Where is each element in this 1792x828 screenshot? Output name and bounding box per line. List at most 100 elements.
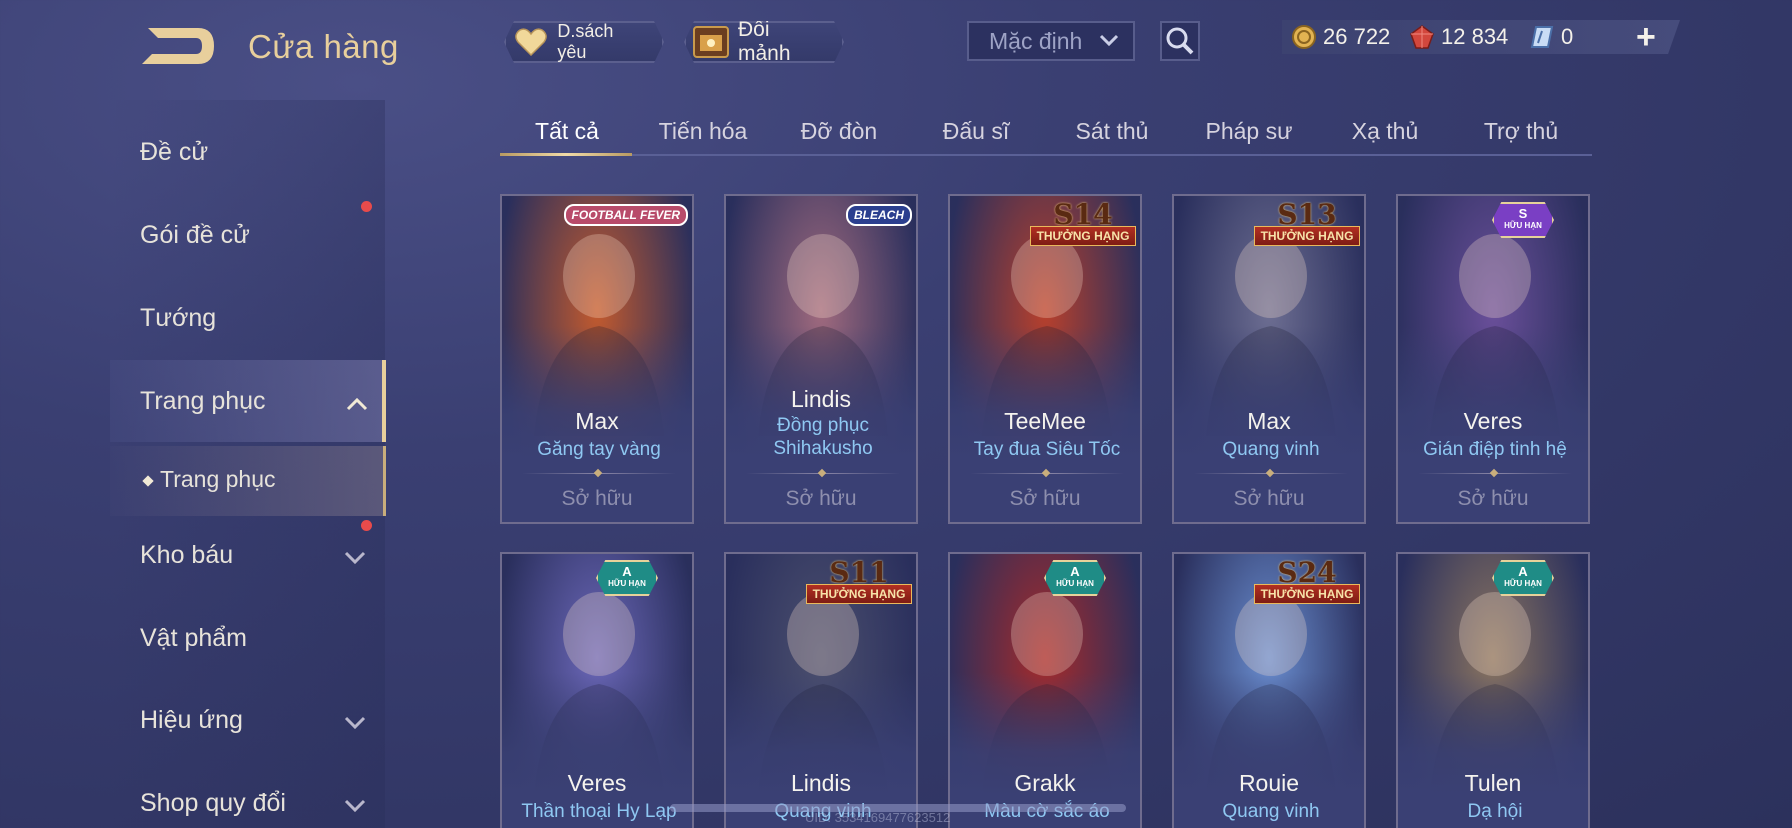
- favorites-button[interactable]: D.sách yêu: [504, 21, 664, 63]
- sidebar-item-label: Tướng: [140, 304, 217, 332]
- hero-name: Veres: [1463, 408, 1523, 434]
- owned-status: Sở hữu: [1457, 487, 1529, 510]
- tab-fighter[interactable]: Đấu sĩ: [909, 118, 1043, 145]
- sidebar-item-recommended-bundles[interactable]: Gói đề cử: [140, 221, 250, 250]
- heart-icon: [512, 25, 549, 59]
- sidebar-item-items[interactable]: Vật phẩm: [140, 624, 247, 653]
- chevron-down-icon: [344, 551, 366, 565]
- treasure-chest-icon: [692, 25, 730, 59]
- sidebar-item-label: Đề cử: [140, 138, 209, 166]
- tier-label: HỮU HẠN: [1504, 221, 1542, 230]
- sidebar-item-recommended[interactable]: Đề cử: [140, 138, 208, 167]
- skin-name: Thần thoại Hy Lạp: [521, 801, 677, 822]
- voucher-currency: 0: [1530, 24, 1573, 50]
- notification-dot: [361, 520, 372, 531]
- sidebar-item-skins[interactable]: Trang phục: [140, 387, 368, 416]
- rank-reward-label: THƯỞNG HẠNG: [1254, 584, 1360, 604]
- skin-card[interactable]: A HỮU HẠN Veres Thần thoại Hy Lạp: [500, 552, 694, 828]
- sidebar-subitem-label: Trang phục: [160, 466, 276, 492]
- tab-marksman[interactable]: Xạ thủ: [1318, 118, 1452, 145]
- add-currency-button[interactable]: +: [1636, 20, 1656, 54]
- skin-card[interactable]: S11THƯỞNG HẠNGLindisQuang vinh: [724, 552, 918, 828]
- hero-name: Rouie: [1238, 770, 1300, 796]
- chevron-down-icon: [344, 799, 366, 813]
- gold-coin-icon: [1292, 25, 1316, 49]
- rank-reward-label: THƯỞNG HẠNG: [1030, 226, 1136, 246]
- sidebar-subitem-skins[interactable]: Trang phục: [142, 466, 276, 493]
- tab-support[interactable]: Trợ thủ: [1454, 118, 1588, 145]
- tier-label: HỮU HẠN: [1504, 579, 1542, 588]
- favorites-label: D.sách yêu: [557, 21, 614, 62]
- sidebar-item-exchange-shop[interactable]: Shop quy đổi: [140, 789, 366, 818]
- sidebar-item-treasure[interactable]: Kho báu: [140, 541, 366, 570]
- sidebar-item-label: Vật phẩm: [140, 624, 248, 652]
- back-arrow-icon[interactable]: [140, 24, 216, 68]
- skin-name: Quang vinh: [1222, 439, 1320, 460]
- voucher-ticket-icon: [1530, 26, 1554, 48]
- sidebar-item-effects[interactable]: Hiệu ứng: [140, 706, 366, 735]
- search-icon: [1166, 27, 1194, 55]
- skin-card[interactable]: BLEACH Lindis Đồng phục Shihakusho Sở hữu: [724, 194, 918, 524]
- tab-assassin[interactable]: Sát thủ: [1045, 118, 1179, 145]
- tier-letter: A: [1518, 564, 1528, 579]
- ruby-currency: 12 834: [1410, 24, 1508, 50]
- limited-tier-badge: A HỮU HẠN: [596, 560, 658, 596]
- sort-dropdown[interactable]: Mặc định: [967, 21, 1135, 61]
- hero-name: Veres: [567, 770, 627, 796]
- tier-letter: A: [1070, 564, 1080, 579]
- limited-tier-badge: A HỮU HẠN: [1044, 560, 1106, 596]
- hero-name: TeeMee: [1004, 408, 1086, 434]
- sidebar-item-label: Trang phục: [140, 387, 266, 415]
- sidebar-item-heroes[interactable]: Tướng: [140, 304, 216, 333]
- hero-name: Lindis: [790, 386, 852, 412]
- tab-tank[interactable]: Đỡ đòn: [772, 118, 906, 145]
- shard-exchange-button[interactable]: Đổi mảnh: [684, 21, 844, 63]
- skin-card[interactable]: A HỮU HẠN Tulen Dạ hội: [1396, 552, 1590, 828]
- gold-amount: 26 722: [1323, 24, 1391, 49]
- tier-letter: S: [1518, 206, 1528, 221]
- skin-card[interactable]: S24 THƯỞNG HẠNG Rouie Quang vinh: [1172, 552, 1366, 828]
- hero-name: Tulen: [1464, 770, 1522, 796]
- voucher-amount: 0: [1561, 24, 1574, 49]
- hero-name: Lindis: [790, 770, 852, 796]
- shard-exchange-label: Đổi mảnh: [738, 18, 791, 65]
- skin-card[interactable]: S HỮU HẠN Veres Gián điệp tinh hệ Sở hữu: [1396, 194, 1590, 524]
- tab-all[interactable]: Tất cả: [500, 118, 634, 145]
- owned-status: Sở hữu: [561, 487, 633, 510]
- sidebar-item-label: Shop quy đổi: [140, 789, 286, 817]
- skin-card[interactable]: S14 THƯỞNG HẠNG TeeMee Tay đua Siêu Tốc Sở h…: [948, 194, 1142, 524]
- event-logo-badge: FOOTBALL FEVER: [563, 204, 688, 226]
- rank-reward-label: THƯỞNG HẠNG: [806, 584, 912, 604]
- ruby-gem-icon: [1410, 25, 1434, 49]
- limited-tier-badge: A HỮU HẠN: [1492, 560, 1554, 596]
- event-logo-badge: BLEACH: [846, 204, 912, 226]
- rank-reward-badge: S24 THƯỞNG HẠNG: [1254, 554, 1360, 606]
- owned-status: Sở hữu: [785, 487, 857, 510]
- skin-name: Tay đua Siêu Tốc: [973, 439, 1121, 460]
- ruby-amount: 12 834: [1441, 24, 1509, 49]
- notification-dot: [361, 201, 372, 212]
- tab-mage[interactable]: Pháp sư: [1182, 118, 1316, 145]
- hero-name: Grakk: [1014, 770, 1076, 796]
- chevron-down-icon: [1099, 34, 1119, 47]
- tier-letter: A: [622, 564, 632, 579]
- chevron-up-icon: [346, 397, 368, 411]
- hero-name: Max: [1247, 408, 1291, 434]
- skin-name: Quang vinh: [1222, 801, 1320, 822]
- skin-card[interactable]: S13 THƯỞNG HẠNG Max Quang vinh Sở hữu: [1172, 194, 1366, 524]
- owned-status: Sở hữu: [1009, 487, 1081, 510]
- rank-reward-badge: S11 THƯỞNG HẠNG: [806, 554, 912, 606]
- search-button[interactable]: [1160, 21, 1200, 61]
- sort-selected-value: Mặc định: [989, 27, 1083, 54]
- category-tabs: Tất cả Tiến hóa Đỡ đòn Đấu sĩ Sát thủ Ph…: [500, 100, 1592, 156]
- rank-reward-badge: S14 THƯỞNG HẠNG: [1030, 196, 1136, 248]
- chevron-down-icon: [344, 716, 366, 730]
- tier-label: HỮU HẠN: [608, 579, 646, 588]
- rank-reward-label: THƯỞNG HẠNG: [1254, 226, 1360, 246]
- sidebar-item-label: Hiệu ứng: [140, 706, 243, 734]
- tab-evolution[interactable]: Tiến hóa: [636, 118, 770, 145]
- skin-card[interactable]: AHỮU HẠNGrakkMàu cờ sắc áo: [948, 552, 1142, 828]
- skin-name: Đồng phục Shihakusho: [773, 415, 873, 459]
- skin-card[interactable]: FOOTBALL FEVER Max Găng tay vàng Sở hữu: [500, 194, 694, 524]
- diamond-bullet-icon: [142, 475, 154, 487]
